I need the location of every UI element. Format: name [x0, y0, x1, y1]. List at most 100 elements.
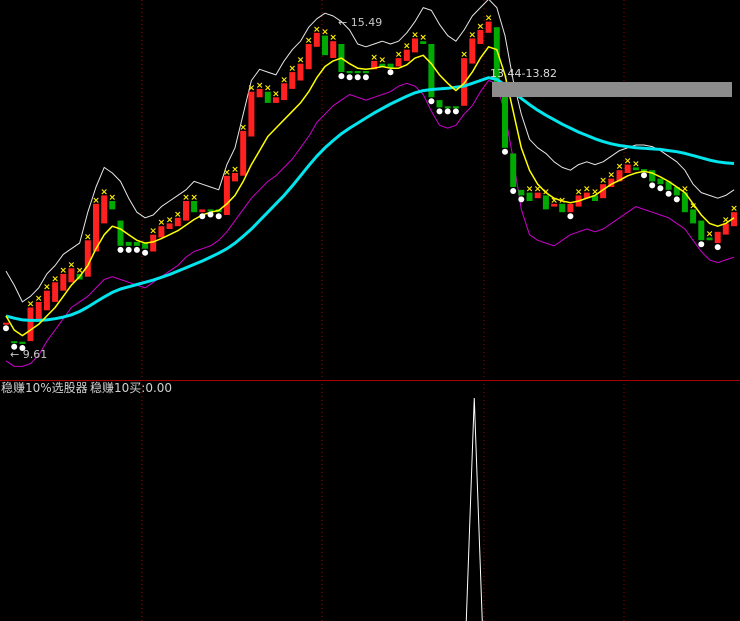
marker-x-7: ×	[60, 266, 68, 276]
marker-dot-85	[698, 241, 705, 248]
marker-dot-0	[3, 325, 9, 332]
marker-x-83: ×	[681, 185, 689, 195]
candle-27	[223, 175, 230, 215]
marker-x-8: ×	[68, 260, 76, 270]
marker-x-37: ×	[305, 36, 313, 46]
candle-66	[542, 195, 549, 210]
marker-x-64: ×	[526, 185, 534, 195]
low-arrow: ←	[10, 348, 23, 361]
marker-x-13: ×	[109, 193, 117, 203]
marker-x-77: ×	[632, 159, 640, 169]
marker-x-65: ×	[534, 185, 542, 195]
low-value: 9.61	[22, 348, 48, 361]
candle-80	[657, 178, 664, 185]
marker-x-38: ×	[313, 25, 321, 35]
indicator-name: 稳赚10%选股器	[1, 381, 88, 395]
marker-x-19: ×	[158, 218, 166, 228]
upper-band-line	[5, 0, 735, 303]
candle-0	[3, 322, 9, 325]
marker-x-22: ×	[182, 193, 190, 203]
marker-x-3: ×	[27, 300, 35, 310]
marker-dot-44	[362, 74, 369, 81]
candle-14	[117, 220, 124, 246]
marker-x-9: ×	[76, 266, 84, 276]
marker-x-6: ×	[51, 274, 59, 284]
marker-dot-62	[510, 188, 517, 194]
marker-x-58: ×	[477, 22, 485, 32]
marker-dot-47	[387, 69, 394, 76]
candle-2	[19, 341, 26, 344]
marker-x-5: ×	[43, 283, 51, 293]
marker-x-40: ×	[329, 33, 337, 43]
marker-x-18: ×	[149, 227, 157, 237]
marker-x-56: ×	[460, 50, 468, 60]
candle-50	[412, 38, 418, 53]
marker-x-10: ×	[84, 232, 92, 242]
candle-15	[125, 241, 132, 246]
marker-dot-41	[338, 73, 345, 80]
candle-56	[461, 58, 468, 106]
candle-85	[698, 220, 705, 241]
candle-38	[313, 32, 320, 47]
marker-x-51: ×	[419, 33, 427, 43]
marker-x-76: ×	[624, 157, 632, 167]
marker-x-71: ×	[583, 185, 591, 195]
marker-dot-43	[354, 74, 361, 81]
marker-x-35: ×	[289, 64, 297, 74]
candle-22	[183, 201, 189, 221]
marker-x-46: ×	[379, 56, 387, 66]
candle-36	[297, 63, 304, 81]
indicator-value: 稳赚10买:0.00	[90, 381, 173, 395]
marker-dot-15	[125, 246, 132, 253]
high-arrow: ←	[338, 16, 351, 29]
marker-dot-25	[207, 211, 214, 218]
marker-x-48: ×	[395, 50, 403, 60]
candle-3	[27, 307, 34, 342]
marker-x-12: ×	[100, 187, 108, 197]
marker-dot-14	[117, 246, 124, 253]
marker-x-39: ×	[321, 28, 329, 38]
high-value: 15.49	[350, 16, 383, 29]
marker-x-72: ×	[591, 187, 599, 197]
candle-62	[510, 153, 517, 187]
marker-x-27: ×	[223, 168, 231, 178]
chart-stage: × × × × × × × × × × × × × × × × × × × × × × × × × × × × × × × × × × × × × × × ×…	[0, 0, 740, 621]
range-label: 13.44-13.82	[490, 67, 557, 80]
candle-5	[43, 290, 50, 311]
marker-dot-54	[444, 108, 451, 115]
candle-8	[68, 268, 75, 283]
marker-x-57: ×	[469, 30, 477, 40]
marker-x-84: ×	[689, 201, 697, 211]
marker-x-28: ×	[231, 165, 239, 175]
marker-dot-81	[665, 190, 672, 197]
candle-30	[248, 91, 255, 137]
marker-dot-24	[199, 213, 206, 220]
marker-x-86: ×	[706, 230, 714, 240]
marker-x-36: ×	[297, 56, 305, 66]
candle-29	[240, 130, 247, 176]
candle-55	[452, 106, 459, 109]
marker-x-70: ×	[575, 187, 583, 197]
marker-x-31: ×	[256, 81, 264, 91]
marker-dot-53	[436, 108, 443, 115]
candle-43	[354, 71, 361, 74]
marker-x-50: ×	[411, 30, 419, 40]
marker-x-74: ×	[608, 171, 616, 181]
candle-69	[567, 203, 574, 213]
candle-18	[150, 234, 157, 252]
marker-x-11: ×	[92, 196, 100, 206]
candle-4	[35, 301, 42, 322]
candle-87	[714, 231, 721, 243]
candle-37	[305, 44, 312, 70]
marker-dot-63	[518, 196, 525, 203]
candle-42	[346, 71, 353, 74]
candle-63	[518, 189, 525, 196]
candle-39	[322, 35, 328, 56]
marker-x-32: ×	[264, 84, 272, 94]
candle-24	[199, 209, 206, 213]
marker-x-29: ×	[239, 123, 247, 133]
marker-x-45: ×	[370, 53, 378, 63]
candle-61	[502, 91, 508, 148]
marker-x-21: ×	[174, 210, 182, 220]
candle-6	[52, 282, 59, 302]
